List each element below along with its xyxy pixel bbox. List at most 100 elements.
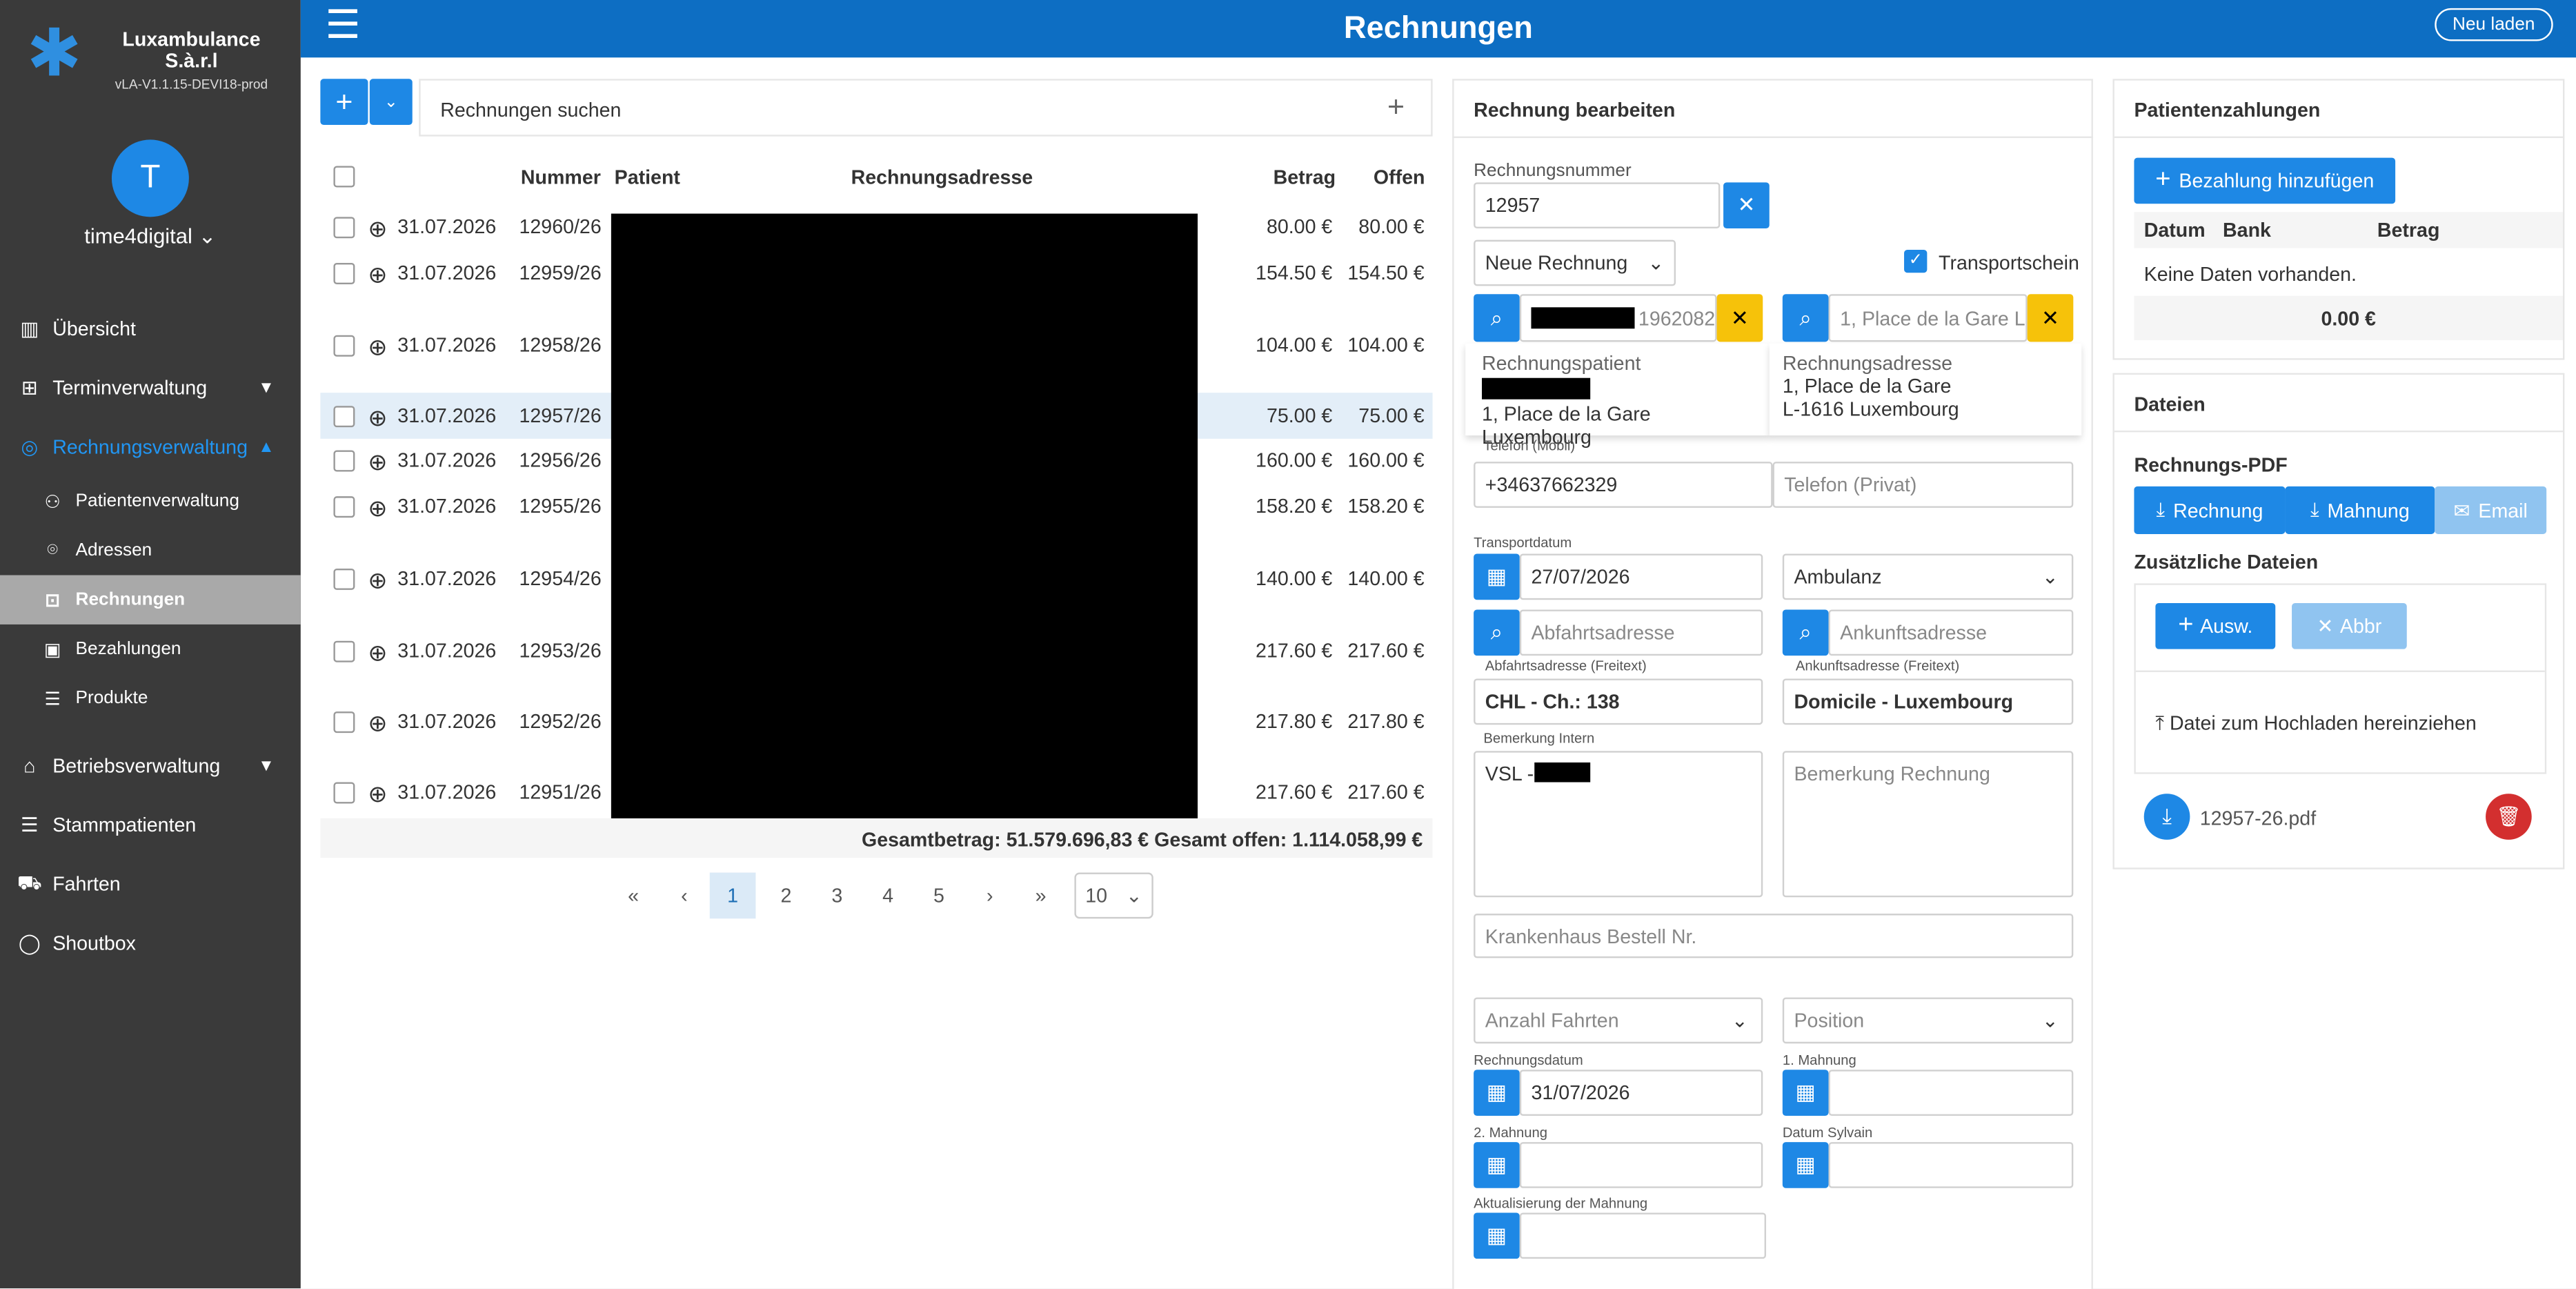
- hospital-order-field[interactable]: Krankenhaus Bestell Nr.: [1474, 914, 2074, 958]
- nav-products[interactable]: ☰ Produkte: [0, 673, 301, 722]
- clear-icon[interactable]: ✕: [1723, 182, 1770, 229]
- reminder-update-field[interactable]: [1519, 1212, 1767, 1259]
- nav-regular-patients[interactable]: ☰ Stammpatienten: [0, 796, 301, 855]
- expand-row-icon[interactable]: ⊕: [368, 333, 387, 361]
- expand-row-icon[interactable]: ⊕: [368, 567, 387, 595]
- sylvain-date-field[interactable]: [1828, 1142, 2074, 1188]
- search-icon[interactable]: ⌕: [1782, 294, 1829, 342]
- select-all-checkbox[interactable]: [333, 166, 355, 188]
- row-checkbox[interactable]: [333, 496, 355, 518]
- search-panel[interactable]: Rechnungen suchen +: [419, 79, 1433, 137]
- add-payment-button[interactable]: + Bezahlung hinzufügen: [2134, 157, 2396, 204]
- calendar-icon[interactable]: ▦: [1474, 1212, 1520, 1259]
- expand-row-icon[interactable]: ⊕: [368, 215, 387, 243]
- nav-overview[interactable]: ▥ Übersicht: [0, 299, 301, 358]
- phone-private-field[interactable]: Telefon (Privat): [1772, 462, 2074, 508]
- nav-addresses[interactable]: ⌾ Adressen: [0, 526, 301, 575]
- reload-button[interactable]: Neu laden: [2434, 8, 2553, 41]
- first-page-icon[interactable]: «: [608, 884, 659, 907]
- transport-checkbox[interactable]: ✓: [1904, 249, 1928, 273]
- page-2[interactable]: 2: [761, 884, 812, 907]
- expand-row-icon[interactable]: ⊕: [368, 262, 387, 289]
- page-3[interactable]: 3: [811, 884, 862, 907]
- invoice-type-select[interactable]: Neue Rechnung ⌄: [1474, 239, 1676, 286]
- clear-patient-icon[interactable]: ✕: [1716, 294, 1763, 342]
- trash-icon[interactable]: 🗑: [2486, 794, 2532, 840]
- row-checkbox[interactable]: [333, 335, 355, 357]
- calendar-icon[interactable]: ▦: [1474, 1070, 1520, 1116]
- expand-row-icon[interactable]: ⊕: [368, 639, 387, 667]
- invoice-date-field[interactable]: 31/07/2026: [1519, 1070, 1763, 1116]
- row-checkbox[interactable]: [333, 450, 355, 472]
- chevron-down-icon[interactable]: ⌄: [369, 79, 413, 125]
- nav-patients[interactable]: ⚇ Patientenverwaltung: [0, 477, 301, 526]
- clear-address-icon[interactable]: ✕: [2027, 294, 2074, 342]
- nav-payments[interactable]: ▣ Bezahlungen: [0, 624, 301, 673]
- reminder2-label: 2. Mahnung: [1474, 1123, 1548, 1141]
- patient-search-field[interactable]: 1962082: [1519, 294, 1717, 342]
- download-invoice-button[interactable]: ⤓ Rechnung: [2134, 486, 2286, 534]
- departure-free-field[interactable]: CHL - Ch.: 138: [1474, 678, 1763, 725]
- row-checkbox[interactable]: [333, 782, 355, 804]
- page-4[interactable]: 4: [862, 884, 913, 907]
- expand-row-icon[interactable]: ⊕: [368, 404, 387, 432]
- row-checkbox[interactable]: [333, 263, 355, 284]
- page-size-select[interactable]: 10 ⌄: [1074, 872, 1153, 919]
- remark-internal-field[interactable]: VSL -: [1474, 751, 1763, 898]
- row-checkbox[interactable]: [333, 568, 355, 590]
- trips-count-select[interactable]: Anzahl Fahrten ⌄: [1474, 997, 1763, 1044]
- nav-shoutbox[interactable]: ◯ Shoutbox: [0, 914, 301, 973]
- calendar-icon[interactable]: ▦: [1474, 1142, 1520, 1188]
- calendar-icon[interactable]: ▦: [1782, 1070, 1829, 1116]
- row-checkbox[interactable]: [333, 640, 355, 662]
- nav-appointments[interactable]: ⊞ Terminverwaltung ▼: [0, 358, 301, 417]
- vehicle-select[interactable]: Ambulanz ⌄: [1782, 553, 2074, 600]
- page-1[interactable]: 1: [709, 872, 756, 919]
- row-checkbox[interactable]: [333, 217, 355, 239]
- page-5[interactable]: 5: [913, 884, 964, 907]
- hamburger-menu-icon[interactable]: ☰: [326, 6, 361, 46]
- remark-invoice-field[interactable]: Bemerkung Rechnung: [1782, 751, 2074, 898]
- add-button[interactable]: +: [320, 79, 368, 125]
- last-page-icon[interactable]: »: [1015, 884, 1067, 907]
- prev-page-icon[interactable]: ‹: [659, 884, 710, 907]
- departure-address-field[interactable]: Abfahrtsadresse: [1519, 609, 1763, 656]
- email-button[interactable]: ✉ Email: [2435, 486, 2547, 534]
- calendar-icon[interactable]: ▦: [1474, 553, 1520, 600]
- arrival-address-field[interactable]: Ankunftsadresse: [1828, 609, 2074, 656]
- search-icon[interactable]: ⌕: [1474, 294, 1520, 342]
- avatar[interactable]: T: [111, 139, 189, 217]
- download-reminder-button[interactable]: ⤓ Mahnung: [2285, 486, 2435, 534]
- arrival-free-field[interactable]: Domicile - Luxembourg: [1782, 678, 2074, 725]
- nav-operations[interactable]: ⌂ Betriebsverwaltung ▼: [0, 736, 301, 796]
- position-select[interactable]: Position ⌄: [1782, 997, 2074, 1044]
- file-name[interactable]: 12957-26.pdf: [2200, 807, 2316, 829]
- phone-mobile-field[interactable]: +34637662329: [1474, 462, 1773, 508]
- address-search-field[interactable]: 1, Place de la Gare L: [1828, 294, 2028, 342]
- nav-invoices[interactable]: ⊡ Rechnungen: [0, 575, 301, 624]
- expand-row-icon[interactable]: ⊕: [368, 449, 387, 476]
- nav-billing[interactable]: ◎ Rechnungsverwaltung ▲: [0, 417, 301, 477]
- download-file-icon[interactable]: ⤓: [2143, 794, 2190, 840]
- row-checkbox[interactable]: [333, 406, 355, 428]
- next-page-icon[interactable]: ›: [964, 884, 1015, 907]
- file-upload-area[interactable]: + Ausw. ✕ Abbr ⤒ Datei zum Hochladen herei…: [2134, 583, 2547, 774]
- row-open: 160.00 €: [1347, 449, 1425, 472]
- reminder1-field[interactable]: [1828, 1070, 2074, 1116]
- search-icon[interactable]: ⌕: [1782, 609, 1829, 656]
- expand-row-icon[interactable]: ⊕: [368, 780, 387, 808]
- invoice-number-field[interactable]: 12957: [1474, 182, 1721, 229]
- row-checkbox[interactable]: [333, 711, 355, 734]
- expand-row-icon[interactable]: ⊕: [368, 495, 387, 522]
- user-menu[interactable]: time4digital ⌄: [0, 224, 301, 250]
- reminder2-field[interactable]: [1519, 1142, 1763, 1188]
- nav-trips[interactable]: ⛟ Fahrten: [0, 854, 301, 914]
- choose-file-button[interactable]: + Ausw.: [2155, 602, 2276, 649]
- expand-row-icon[interactable]: ⊕: [368, 710, 387, 738]
- calendar-icon[interactable]: ▦: [1782, 1142, 1829, 1188]
- cancel-upload-button[interactable]: ✕ Abbr: [2292, 602, 2407, 649]
- globe-icon: ◎: [21, 435, 39, 459]
- expand-plus-icon[interactable]: +: [1387, 90, 1405, 125]
- transport-date-field[interactable]: 27/07/2026: [1519, 553, 1763, 600]
- search-icon[interactable]: ⌕: [1474, 609, 1520, 656]
